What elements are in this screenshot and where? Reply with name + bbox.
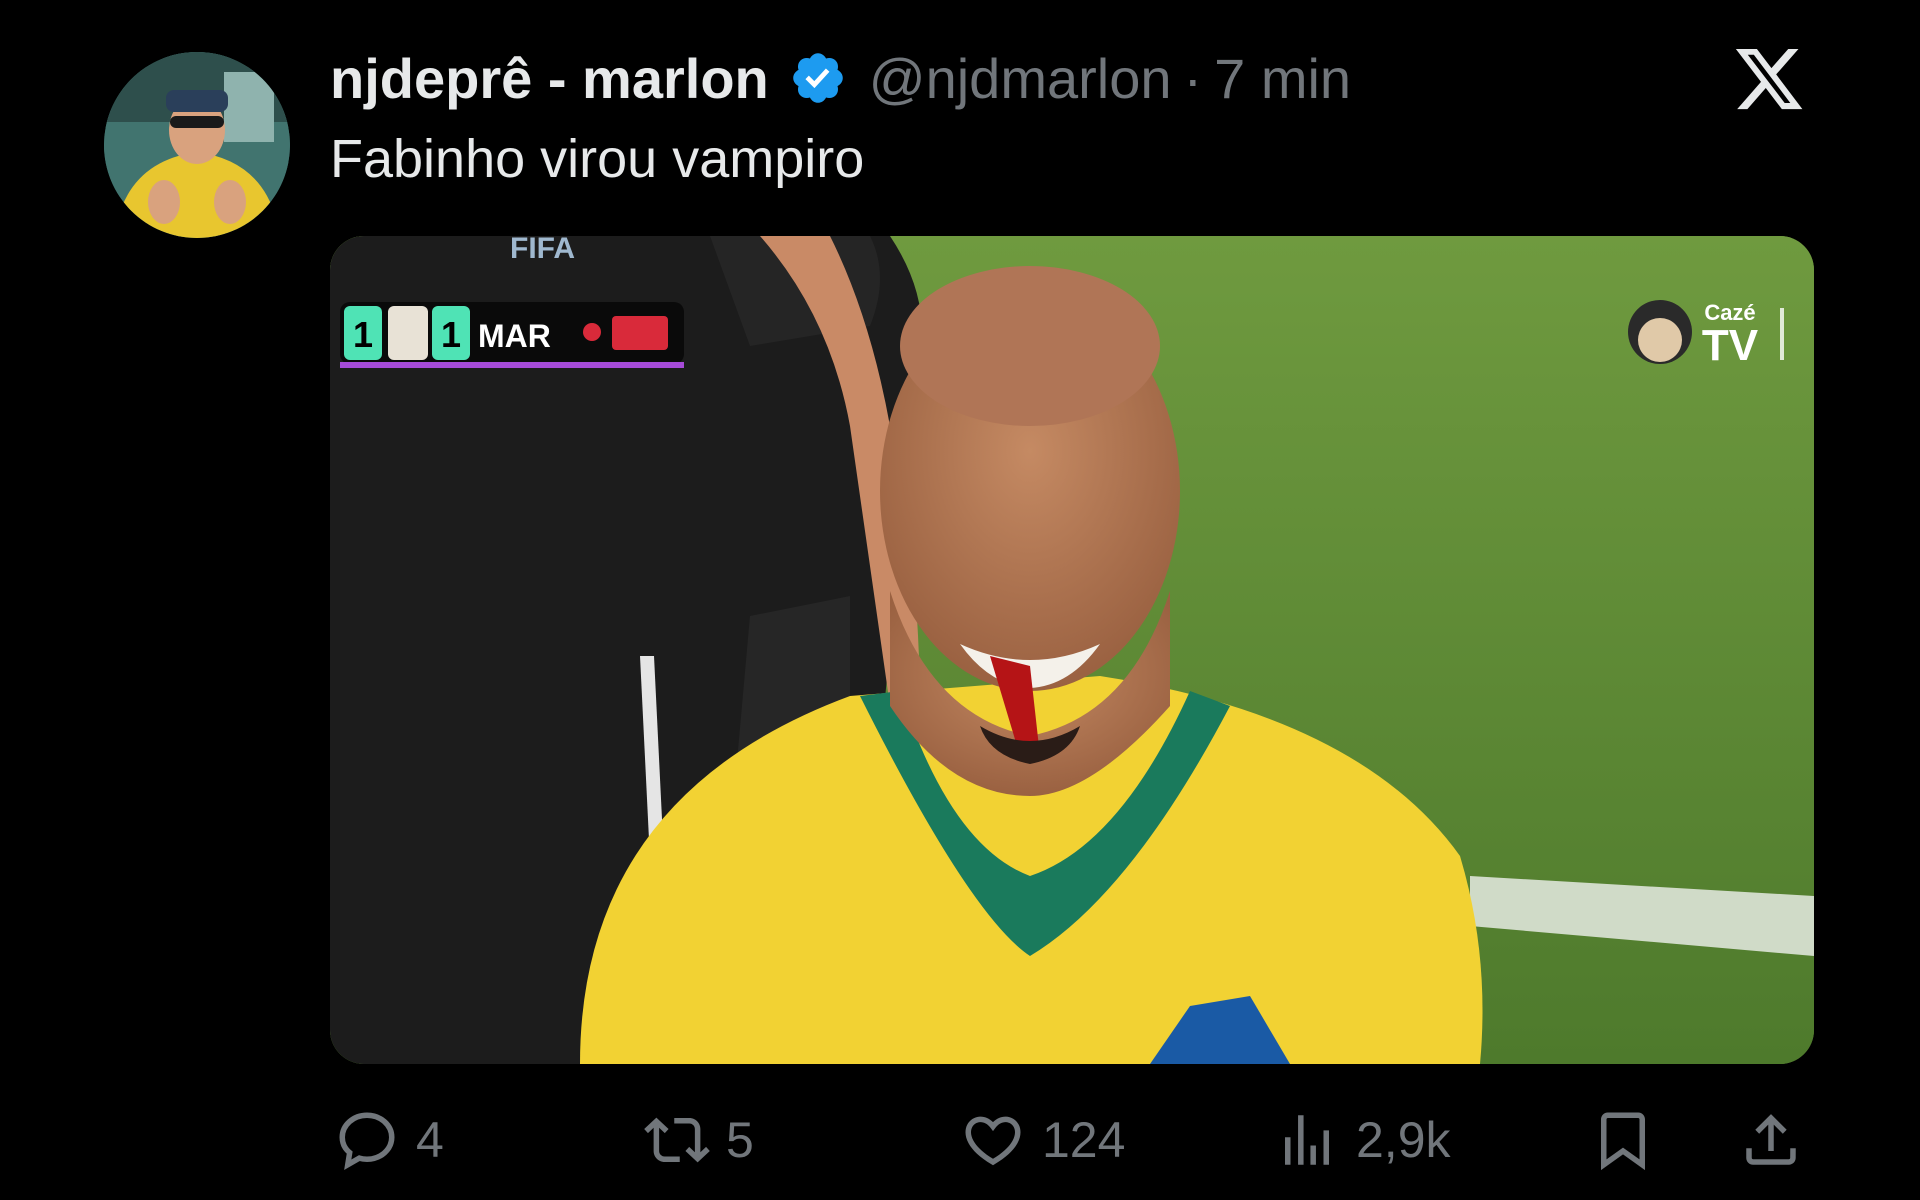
views-count: 2,9k — [1356, 1112, 1451, 1168]
handle[interactable]: @njdmarlon — [869, 46, 1172, 111]
tweet-text: Fabinho virou vampiro — [330, 129, 865, 189]
away-score: 1 — [441, 314, 461, 355]
away-team: MAR — [478, 318, 551, 354]
display-name[interactable]: njdeprê - marlon — [330, 46, 769, 111]
like-button[interactable]: 124 — [960, 1100, 1125, 1180]
repost-icon — [644, 1117, 710, 1163]
reply-button[interactable]: 4 — [334, 1100, 444, 1180]
media-image: 1 1 MAR Cazé TV FIFA — [330, 236, 1814, 1064]
share-button[interactable] — [1738, 1100, 1804, 1180]
x-logo-icon — [1735, 48, 1803, 110]
home-score: 1 — [353, 314, 373, 355]
action-bar: 4 5 124 2,9k — [0, 1100, 1920, 1180]
tweet-header: njdeprê - marlon @njdmarlon · 7 min — [330, 38, 1351, 118]
repost-button[interactable]: 5 — [644, 1100, 754, 1180]
views-button[interactable]: 2,9k — [1274, 1100, 1451, 1180]
reply-icon — [339, 1112, 395, 1170]
referee-badge: FIFA — [510, 236, 575, 265]
heart-icon — [965, 1116, 1021, 1166]
verified-badge-icon — [792, 53, 843, 103]
avatar[interactable] — [104, 52, 290, 238]
avatar-image — [104, 52, 290, 238]
repost-count: 5 — [726, 1112, 754, 1168]
analytics-icon — [1285, 1115, 1329, 1165]
share-icon — [1746, 1114, 1796, 1165]
like-count: 124 — [1042, 1112, 1126, 1168]
broadcaster-tv: TV — [1702, 321, 1759, 370]
separator-dot: · — [1183, 46, 1203, 110]
bookmark-icon — [1601, 1112, 1645, 1171]
bookmark-button[interactable] — [1590, 1100, 1656, 1180]
timestamp[interactable]: 7 min — [1214, 46, 1351, 111]
reply-count: 4 — [416, 1112, 444, 1168]
tweet-media[interactable]: 1 1 MAR Cazé TV FIFA — [330, 236, 1814, 1064]
